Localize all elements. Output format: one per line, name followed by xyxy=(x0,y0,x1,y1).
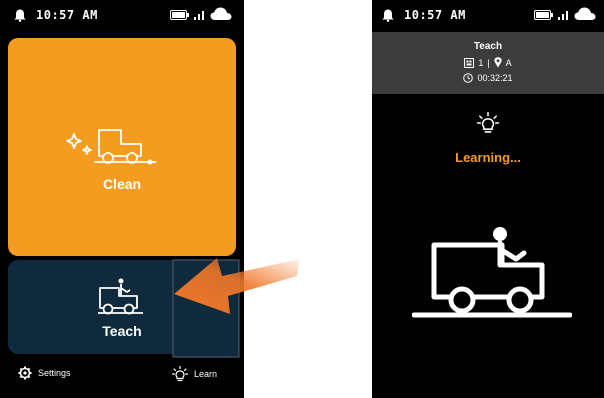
notification-bell-icon xyxy=(382,9,394,22)
status-bar: 10:57 AM xyxy=(372,0,604,32)
lightbulb-icon xyxy=(477,112,499,133)
cloud-icon xyxy=(574,7,596,20)
clean-vehicle-icon xyxy=(66,129,156,165)
notification-bell-icon xyxy=(14,9,26,22)
settings-label: Settings xyxy=(38,368,71,378)
elapsed-row: 00:32:21 xyxy=(372,73,604,83)
teach-screen: 10:57 AM Teach 1 | A 00:32:21 Learning..… xyxy=(372,0,604,398)
clean-card[interactable]: Clean xyxy=(8,38,236,256)
status-time: 10:57 AM xyxy=(36,8,98,22)
teach-header: Teach 1 | A 00:32:21 xyxy=(372,32,604,94)
learning-status: Learning... xyxy=(455,150,521,165)
pointer-arrow-icon xyxy=(172,258,300,358)
location-pin-icon xyxy=(494,57,502,68)
battery-icon xyxy=(170,10,189,20)
header-title: Teach xyxy=(473,41,503,52)
header-separator: | xyxy=(487,57,490,68)
lightbulb-icon xyxy=(172,366,188,382)
map-info-row: 1 | A xyxy=(372,57,604,68)
settings-button[interactable]: Settings xyxy=(18,366,71,380)
battery-icon xyxy=(534,10,553,20)
location-label: A xyxy=(505,57,512,68)
learn-label: Learn xyxy=(194,369,218,379)
elapsed-time: 00:32:21 xyxy=(477,73,513,83)
signal-icon xyxy=(194,11,204,20)
teach-vehicle-illustration xyxy=(412,227,572,318)
status-time: 10:57 AM xyxy=(404,8,466,22)
clock-icon xyxy=(463,73,474,83)
cloud-icon xyxy=(210,7,232,20)
status-bar: 10:57 AM xyxy=(0,0,244,32)
map-number: 1 xyxy=(478,57,484,68)
clean-label: Clean xyxy=(102,176,142,192)
learn-button[interactable]: Learn xyxy=(172,366,217,382)
teach-vehicle-icon xyxy=(98,278,143,315)
map-icon xyxy=(464,57,475,68)
gear-icon xyxy=(18,366,32,380)
signal-icon xyxy=(558,11,568,20)
